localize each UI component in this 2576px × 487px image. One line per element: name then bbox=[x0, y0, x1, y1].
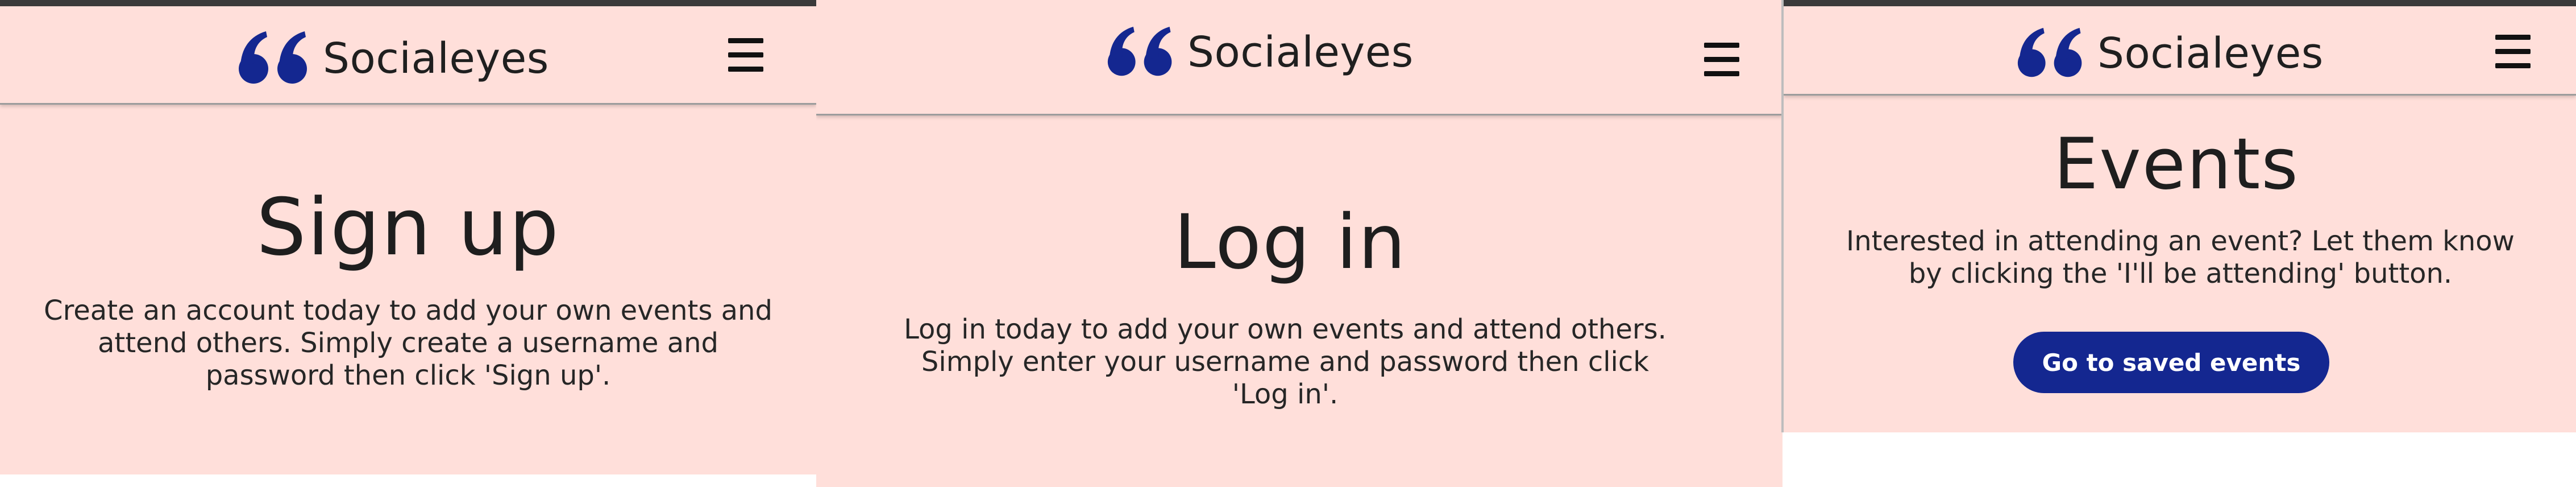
hamburger-menu-icon[interactable] bbox=[1704, 43, 1739, 77]
double-quote-icon bbox=[1107, 27, 1172, 76]
saved-events-button[interactable]: Go to saved events bbox=[2013, 332, 2329, 393]
login-screen: Socialeyes Log in Log in today to add yo… bbox=[816, 0, 1783, 487]
page-title: Log in bbox=[1173, 199, 1407, 286]
page-title: Sign up bbox=[256, 181, 560, 273]
double-quote-icon bbox=[2017, 28, 2082, 77]
page-description: Create an account today to add your own … bbox=[44, 295, 772, 391]
page-title: Events bbox=[2054, 123, 2299, 205]
hamburger-menu-icon[interactable] bbox=[728, 38, 763, 72]
brand-logo[interactable]: Socialeyes bbox=[238, 31, 549, 86]
hamburger-menu-icon[interactable] bbox=[2495, 35, 2531, 69]
site-header: Socialeyes bbox=[1784, 6, 2576, 96]
brand-name: Socialeyes bbox=[323, 34, 549, 83]
window-top-strip bbox=[0, 0, 816, 6]
events-screen: Socialeyes Events Interested in attendin… bbox=[1784, 6, 2576, 432]
window-top-strip bbox=[1783, 0, 2576, 6]
page-description: Log in today to add your own events and … bbox=[904, 313, 1667, 410]
page-description: Interested in attending an event? Let th… bbox=[1846, 225, 2515, 290]
double-quote-icon bbox=[239, 31, 307, 84]
signup-screen: Socialeyes Sign up Create an account tod… bbox=[0, 6, 816, 474]
brand-logo[interactable]: Socialeyes bbox=[2017, 28, 2324, 79]
site-header: Socialeyes bbox=[0, 6, 816, 105]
site-header: Socialeyes bbox=[816, 0, 1783, 115]
brand-name: Socialeyes bbox=[2097, 29, 2324, 78]
brand-name: Socialeyes bbox=[1187, 28, 1414, 77]
brand-logo[interactable]: Socialeyes bbox=[1107, 26, 1414, 79]
